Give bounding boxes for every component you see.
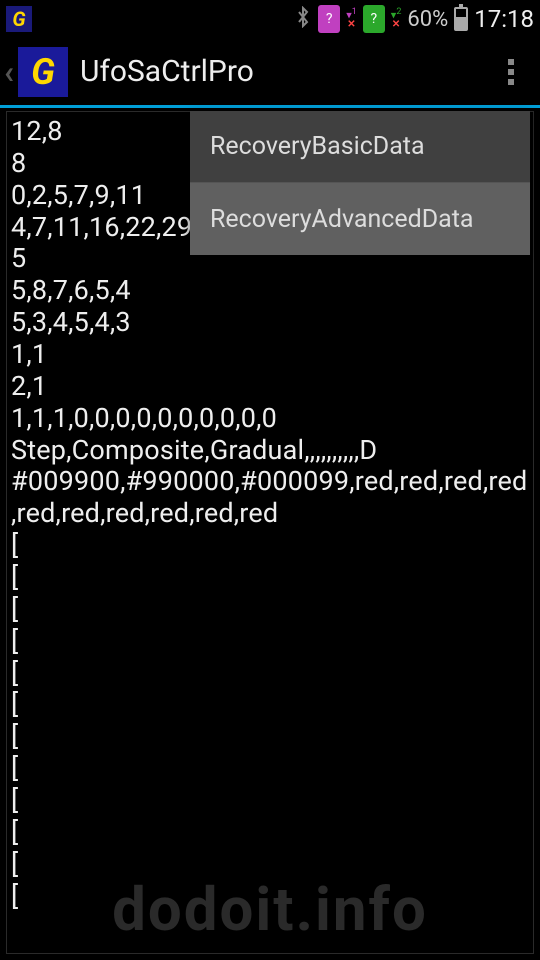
overflow-popup-menu: RecoveryBasicData RecoveryAdvancedData xyxy=(190,111,530,255)
app-icon[interactable]: G xyxy=(18,47,68,97)
sim-1-icon: ? xyxy=(318,5,340,33)
action-bar: ‹ G UfoSaCtrlPro xyxy=(0,38,540,108)
status-left: G xyxy=(6,6,32,32)
clock: 17:18 xyxy=(474,5,534,33)
signal-2-icon: ▾2 ✕ xyxy=(391,8,402,31)
status-bar: G ? ▾1 ✕ ? ▾2 ✕ 60% 17:18 xyxy=(0,0,540,38)
menu-item-recovery-basic[interactable]: RecoveryBasicData xyxy=(190,111,530,183)
app-title: UfoSaCtrlPro xyxy=(80,54,496,89)
battery-icon xyxy=(454,7,468,31)
notification-app-icon: G xyxy=(6,6,32,32)
status-right: ? ▾1 ✕ ? ▾2 ✕ 60% 17:18 xyxy=(294,5,534,33)
sim-2-icon: ? xyxy=(363,5,385,33)
bluetooth-icon xyxy=(294,6,312,33)
back-button[interactable]: ‹ xyxy=(4,53,14,91)
battery-percent: 60% xyxy=(407,7,448,32)
overflow-menu-button[interactable] xyxy=(496,59,536,85)
menu-item-recovery-advanced[interactable]: RecoveryAdvancedData xyxy=(190,183,530,255)
signal-1-icon: ▾1 ✕ xyxy=(346,8,357,31)
